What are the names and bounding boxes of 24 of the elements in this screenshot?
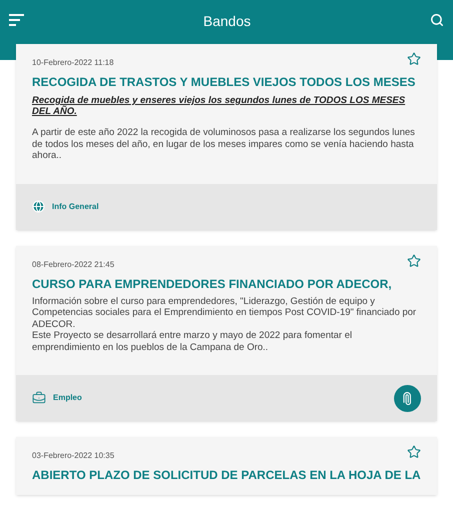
post-title[interactable]: RECOGIDA DE TRASTOS Y MUEBLES VIEJOS TODOS LOS MESES: [32, 75, 421, 90]
post-date: 03-Febrero-2022 10:35: [32, 450, 114, 462]
attachment-button[interactable]: [394, 384, 421, 412]
post-subtitle: Recogida de muebles y enseres viejos los segundos lunes de TODOS LOS MESES DEL AÑO.: [32, 95, 406, 117]
star-icon[interactable]: [407, 445, 421, 459]
app-title: Bandos: [203, 12, 251, 31]
post-text: Este Proyecto se desarrollará entre marzo y mayo de 2022 para fomentar el emprendimiento en los pueblos de la Campana de Oro..: [32, 330, 353, 353]
post-title[interactable]: CURSO PARA EMPRENDEDORES FINANCIADO POR ADECOR,: [32, 276, 421, 292]
post-date: 10-Febrero-2022 11:18: [32, 57, 114, 69]
post-text: A partir de este año 2022 la recogida de voluminosos pasa a realizarse los segundos lunes de todos los meses del año, en lugar de los meses impares como se venía haciendo hasta ahora..: [32, 127, 416, 162]
post-card[interactable]: [16, 246, 437, 421]
briefcase-icon: [32, 391, 46, 405]
post-title[interactable]: ABIERTO PLAZO DE SOLICITUD DE PARCELAS EN LA HOJA DE LA: [32, 468, 421, 483]
category-label[interactable]: Empleo: [53, 392, 82, 404]
post-card[interactable]: 03-Febrero-2022 10:35 ABIERTO PLAZO DE SOLICITUD DE PARCELAS EN LA HOJA DE LA: [16, 437, 437, 495]
search-icon[interactable]: [430, 13, 444, 27]
category-label[interactable]: Info General: [52, 200, 99, 212]
post-text: Información sobre el curso para emprendedores, "Liderazgo, Gestión de equipo y Competencias sociales para el Emprendimiento en tiempos Post COVID-19" financiado por ADECOR.: [32, 296, 418, 330]
menu-icon[interactable]: [9, 13, 24, 27]
globe-icon: [32, 200, 45, 213]
star-icon[interactable]: [407, 254, 421, 268]
post-date: 08-Febrero-2022 21:45: [32, 258, 114, 270]
post-card[interactable]: [16, 44, 437, 230]
star-icon[interactable]: [407, 52, 421, 66]
